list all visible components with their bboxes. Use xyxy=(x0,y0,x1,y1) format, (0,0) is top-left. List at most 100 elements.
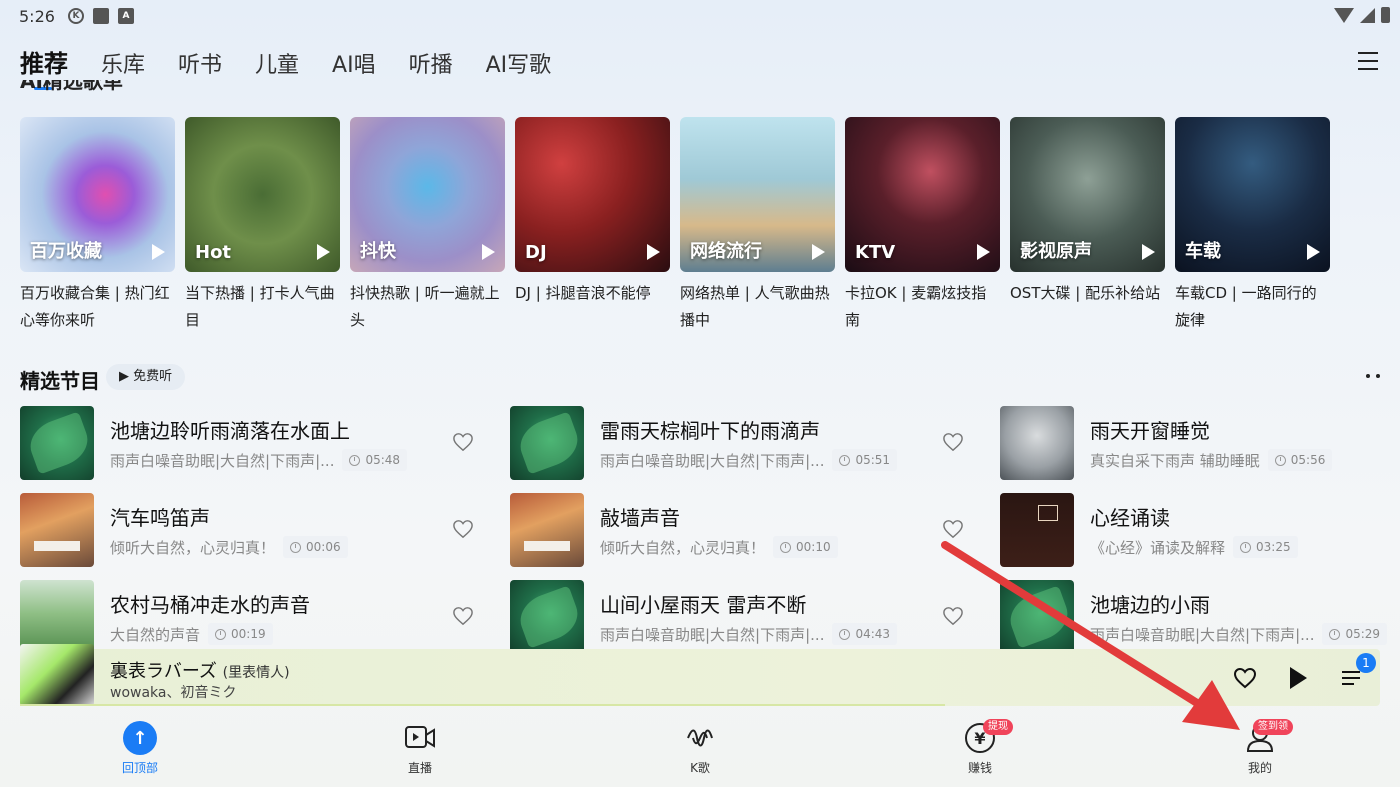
heart-icon[interactable] xyxy=(452,432,474,452)
playlist-desc: OST大碟 | 配乐补给站 xyxy=(1010,284,1161,302)
heart-icon[interactable] xyxy=(452,606,474,626)
play-icon[interactable] xyxy=(812,244,825,260)
play-icon[interactable] xyxy=(647,244,660,260)
k-song-icon xyxy=(687,729,713,747)
playlist-tag: DJ xyxy=(525,242,547,263)
track-thumbnail xyxy=(1000,493,1074,567)
play-icon[interactable] xyxy=(152,244,165,260)
heart-icon[interactable] xyxy=(942,432,964,452)
duration-badge: 05:29 xyxy=(1322,623,1388,645)
playlist-card[interactable]: 抖快 抖快热歌 | 听一遍就上头 xyxy=(350,117,505,334)
battery-icon xyxy=(1381,7,1390,23)
track-subtitle: 大自然的声音 xyxy=(110,625,201,644)
play-icon[interactable] xyxy=(1290,667,1307,689)
heart-icon[interactable] xyxy=(942,519,964,539)
gallery-icon xyxy=(93,8,109,24)
tab-ai-write[interactable]: AI写歌 xyxy=(486,47,552,79)
tab-audiobooks[interactable]: 听书 xyxy=(178,47,222,79)
free-listen-badge[interactable]: ▶ 免费听 xyxy=(106,364,186,390)
track-item[interactable]: 池塘边聆听雨滴落在水面上 雨声白噪音助眠|大自然|下雨声|... 05:48 xyxy=(20,406,510,480)
track-item[interactable]: 敲墙声音 倾听大自然，心灵归真！ 00:10 xyxy=(510,493,1000,567)
track-thumbnail xyxy=(20,580,94,654)
track-item[interactable]: 汽车鸣笛声 倾听大自然，心灵归真！ 00:06 xyxy=(20,493,510,567)
cash-out-badge: 提现 xyxy=(983,719,1013,735)
clock-icon xyxy=(839,454,851,466)
playlist-cover: 影视原声 xyxy=(1010,117,1165,272)
play-icon[interactable] xyxy=(1307,244,1320,260)
track-thumbnail xyxy=(20,493,94,567)
playlist-cover: KTV xyxy=(845,117,1000,272)
track-item[interactable]: 雷雨天棕榈叶下的雨滴声 雨声白噪音助眠|大自然|下雨声|... 05:51 xyxy=(510,406,1000,480)
tab-recommend[interactable]: 推荐 xyxy=(20,44,68,90)
duration-badge: 05:48 xyxy=(342,449,408,471)
track-title: 雨天开窗睡觉 xyxy=(1090,419,1210,443)
play-icon[interactable] xyxy=(1142,244,1155,260)
track-subtitle: 雨声白噪音助眠|大自然|下雨声|... xyxy=(1090,625,1315,644)
clock-icon xyxy=(349,454,361,466)
nav-k-song[interactable]: K歌 xyxy=(560,710,840,787)
heart-icon[interactable] xyxy=(942,606,964,626)
status-time: 5:26 xyxy=(19,7,55,26)
track-item[interactable]: 雨天开窗睡觉 真实自采下雨声 辅助睡眠 05:56 xyxy=(1000,406,1400,480)
play-icon[interactable] xyxy=(317,244,330,260)
clock-icon xyxy=(215,628,227,640)
playlist-tag: 车载 xyxy=(1185,241,1221,262)
playlist-tag: 网络流行 xyxy=(690,241,762,262)
playlist-card[interactable]: 百万收藏 百万收藏合集 | 热门红心等你来听 xyxy=(20,117,175,334)
playlist-card[interactable]: KTV 卡拉OK | 麦霸炫技指南 xyxy=(845,117,1000,334)
track-item[interactable]: 心经诵读 《心经》诵读及解释 03:25 xyxy=(1000,493,1400,567)
track-title: 农村马桶冲走水的声音 xyxy=(110,593,310,617)
playlist-card[interactable]: 网络流行 网络热单 | 人气歌曲热播中 xyxy=(680,117,835,334)
nav-label: 我的 xyxy=(1247,761,1272,775)
clock-icon xyxy=(1329,628,1341,640)
signal-icon xyxy=(1360,7,1375,23)
track-item[interactable]: 农村马桶冲走水的声音 大自然的声音 00:19 xyxy=(20,580,510,654)
duration-badge: 05:56 xyxy=(1267,449,1333,471)
playlist-cover: Hot xyxy=(185,117,340,272)
playlist-tag: Hot xyxy=(195,242,232,263)
track-subtitle: 《心经》诵读及解释 xyxy=(1090,538,1226,557)
playlist-cover: 车载 xyxy=(1175,117,1330,272)
nav-back-to-top[interactable]: ↑ 回顶部 xyxy=(0,710,280,787)
heart-icon[interactable] xyxy=(452,519,474,539)
tab-ai-sing[interactable]: AI唱 xyxy=(332,47,376,79)
playlist-desc: 车载CD | 一路同行的旋律 xyxy=(1175,284,1317,329)
playlist-card[interactable]: 影视原声 OST大碟 | 配乐补给站 xyxy=(1010,117,1165,334)
play-icon[interactable] xyxy=(977,244,990,260)
nav-label: 赚钱 xyxy=(967,761,992,775)
wifi-icon xyxy=(1334,7,1354,23)
track-title: 汽车鸣笛声 xyxy=(110,506,210,530)
track-subtitle: 雨声白噪音助眠|大自然|下雨声|... xyxy=(600,451,825,470)
clock-icon xyxy=(1240,541,1252,553)
section-heading-partial: AI精选歌单 xyxy=(20,80,123,93)
playlist-card[interactable]: 车载 车载CD | 一路同行的旋律 xyxy=(1175,117,1330,334)
mini-player[interactable]: 裏表ラバーズ (里表情人) wowaka、初音ミク 1 xyxy=(20,644,1380,706)
tab-podcast[interactable]: 听播 xyxy=(409,47,453,79)
track-subtitle: 倾听大自然，心灵归真！ xyxy=(600,538,766,557)
track-thumbnail xyxy=(1000,406,1074,480)
progress-bar xyxy=(20,704,945,706)
track-subtitle: 倾听大自然，心灵归真！ xyxy=(110,538,276,557)
nav-label: 回顶部 xyxy=(121,761,158,775)
playlist-card[interactable]: DJ DJ | 抖腿音浪不能停 xyxy=(515,117,670,334)
playlist-card[interactable]: Hot 当下热播 | 打卡人气曲目 xyxy=(185,117,340,334)
a-icon: A xyxy=(118,8,134,24)
tab-library[interactable]: 乐库 xyxy=(101,47,145,79)
nav-live[interactable]: 直播 xyxy=(280,710,560,787)
duration-badge: 03:25 xyxy=(1233,536,1298,558)
duration-badge: 00:06 xyxy=(283,536,348,558)
clock-icon xyxy=(780,541,792,553)
nav-mine[interactable]: 签到领 我的 xyxy=(1120,710,1400,787)
nav-earn[interactable]: ¥ 提现 赚钱 xyxy=(840,710,1120,787)
track-thumbnail xyxy=(1000,580,1074,654)
heart-icon[interactable] xyxy=(1233,667,1257,689)
track-item[interactable]: 山间小屋雨天 雷声不断 雨声白噪音助眠|大自然|下雨声|... 04:43 xyxy=(510,580,1000,654)
queue-count-badge: 1 xyxy=(1356,653,1376,673)
play-icon[interactable] xyxy=(482,244,495,260)
track-item[interactable]: 池塘边的小雨 雨声白噪音助眠|大自然|下雨声|... 05:29 xyxy=(1000,580,1400,654)
menu-icon[interactable] xyxy=(1358,52,1378,70)
duration-badge: 00:10 xyxy=(773,536,838,558)
tab-kids[interactable]: 儿童 xyxy=(255,47,299,79)
more-icon[interactable] xyxy=(1366,374,1380,378)
track-title: 敲墙声音 xyxy=(600,506,680,530)
